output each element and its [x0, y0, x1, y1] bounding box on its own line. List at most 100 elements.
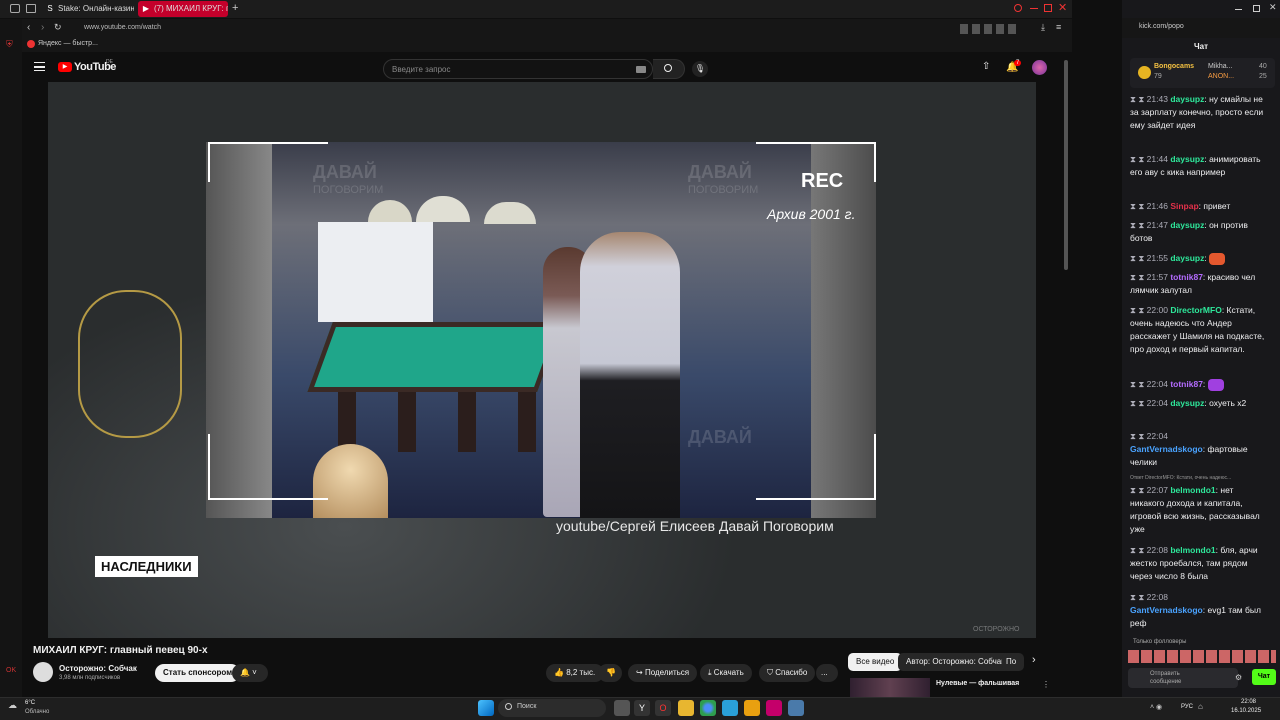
- chrome-icon[interactable]: [700, 700, 716, 716]
- workspace-icon[interactable]: [10, 4, 20, 13]
- download-label: Скачать: [713, 668, 744, 677]
- tray-icons[interactable]: ˄ ◉: [1150, 703, 1162, 711]
- chat-message: ⧗ ⧗ 21:47 daysupz: он против ботов: [1130, 220, 1248, 243]
- search-button[interactable]: [653, 59, 685, 79]
- chat-message: ⧗ ⧗ 21:57 totnik87: красиво чел лямчик з…: [1130, 272, 1256, 295]
- filter-chip-all[interactable]: Все видео: [848, 653, 903, 671]
- download-icon[interactable]: ⤓: [1041, 22, 1045, 33]
- search-placeholder: Введите запрос: [392, 65, 451, 74]
- chat-username[interactable]: totnik87: [1170, 272, 1203, 282]
- settings-icon[interactable]: ⚙: [1235, 673, 1242, 682]
- archive-year: Архив 2001 г.: [767, 206, 856, 222]
- maximize-button[interactable]: [1253, 5, 1260, 12]
- maximize-button[interactable]: [1044, 4, 1052, 12]
- emote: [1207, 378, 1224, 391]
- right-url[interactable]: kick.com/popo: [1139, 23, 1184, 30]
- youtube-logo-icon[interactable]: ▶: [58, 62, 72, 72]
- telegram-icon[interactable]: [722, 700, 738, 716]
- tab-youtube[interactable]: ▶ (7) МИХАИЛ КРУГ: г: [138, 1, 228, 17]
- windows-start-icon[interactable]: [478, 700, 494, 716]
- scrollbar[interactable]: [1064, 60, 1068, 270]
- reload-icon[interactable]: ↻: [54, 22, 62, 33]
- dislike-button[interactable]: 👎: [598, 664, 622, 682]
- opera-icon[interactable]: O: [655, 700, 671, 716]
- source-credit: youtube/Сергей Елисеев Давай Поговорим: [556, 518, 834, 534]
- chat-username[interactable]: GantVernadskogo: [1130, 444, 1203, 454]
- extension-icons[interactable]: [960, 24, 1020, 34]
- forward-icon[interactable]: ›: [41, 22, 44, 33]
- avatar[interactable]: [1032, 60, 1047, 75]
- bookmark-yandex[interactable]: Яндекс — быстр...: [38, 40, 98, 47]
- clock-time[interactable]: 22:08: [1241, 699, 1256, 705]
- opera-gx-icon[interactable]: [766, 700, 782, 716]
- url-text[interactable]: www.youtube.com/watch: [84, 24, 161, 31]
- new-tab-button[interactable]: +: [232, 2, 238, 14]
- file-explorer-icon[interactable]: [678, 700, 694, 716]
- weather-icon[interactable]: ☁: [8, 700, 17, 711]
- share-button[interactable]: ↪ Поделиться: [628, 664, 698, 682]
- keyboard-icon[interactable]: [636, 66, 646, 73]
- taskbar-search[interactable]: [498, 699, 606, 717]
- chat-username[interactable]: daysupz: [1170, 94, 1204, 104]
- thanks-button[interactable]: ⛉ Спасибо: [759, 664, 816, 682]
- taskbar-search-icon: [505, 703, 512, 710]
- top-user1: Mikha...: [1208, 63, 1233, 70]
- chat-username[interactable]: daysupz: [1170, 398, 1204, 408]
- chat-send-button[interactable]: Чат: [1252, 669, 1276, 685]
- filter-chip-author[interactable]: Автор: Осторожно: Собчак: [898, 653, 1013, 671]
- minimize-button[interactable]: [1030, 8, 1038, 9]
- yandex-browser-icon[interactable]: Y: [634, 700, 650, 716]
- sidebar-badge[interactable]: OK: [6, 667, 16, 674]
- chat-username[interactable]: totnik87: [1170, 379, 1203, 389]
- close-button[interactable]: ✕: [1058, 1, 1067, 14]
- mic-icon[interactable]: 🎙: [692, 61, 708, 77]
- menu-icon[interactable]: ≡: [1056, 22, 1061, 32]
- region-code: DE: [106, 59, 113, 65]
- chat-username[interactable]: belmondo1: [1170, 545, 1215, 555]
- chat-username[interactable]: belmondo1: [1170, 485, 1215, 495]
- chat-username[interactable]: daysupz: [1170, 253, 1204, 263]
- chat-username[interactable]: daysupz: [1170, 220, 1204, 230]
- chat-title: Чат: [1194, 42, 1208, 51]
- top-name: Bongocams: [1154, 63, 1195, 70]
- share-label: Поделиться: [644, 668, 690, 677]
- clock-date[interactable]: 16.10.2025: [1231, 708, 1261, 714]
- channel-avatar[interactable]: [33, 662, 53, 682]
- task-view-icon[interactable]: [614, 700, 630, 716]
- video-player[interactable]: REC Архив 2001 г. ДАВАЙ ПОГОВОРИМ ДАВАЙ …: [48, 82, 1036, 638]
- tab-stake[interactable]: S Stake: Онлайн-казино и: [42, 1, 134, 17]
- sponsor-button[interactable]: Стать спонсором: [155, 664, 241, 682]
- back-icon[interactable]: ‹: [27, 22, 30, 33]
- close-button[interactable]: ✕: [1269, 2, 1277, 13]
- rec-video-title[interactable]: Нулевые — фальшивая: [936, 680, 1019, 687]
- chat-username[interactable]: DirectorMFO: [1170, 305, 1221, 315]
- chat-username[interactable]: Sinpap: [1170, 201, 1198, 211]
- channel-name[interactable]: Осторожно: Собчак: [59, 664, 137, 673]
- table-legs: [338, 392, 538, 452]
- chat-username[interactable]: GantVernadskogo: [1130, 605, 1203, 615]
- coin-icon: [1138, 66, 1151, 79]
- chat-username[interactable]: daysupz: [1170, 154, 1204, 164]
- upload-icon[interactable]: ⇧: [982, 61, 990, 72]
- search-icon[interactable]: [1014, 4, 1022, 12]
- language-indicator[interactable]: РУС: [1181, 704, 1193, 710]
- filter-chip-partial[interactable]: По: [1002, 653, 1024, 671]
- minimize-button[interactable]: [1235, 9, 1242, 10]
- tab-list-icon[interactable]: [26, 4, 36, 13]
- more-button[interactable]: ...: [816, 664, 838, 682]
- rec-more-icon[interactable]: ⋮: [1042, 680, 1050, 689]
- shield-icon[interactable]: ⛨: [6, 39, 13, 50]
- emote-row[interactable]: [1128, 650, 1276, 663]
- chevron-right-icon[interactable]: ›: [1032, 654, 1036, 666]
- rec-video-thumbnail[interactable]: [850, 678, 930, 697]
- download-button[interactable]: ⤓ Скачать: [700, 664, 752, 682]
- stake-icon: S: [47, 4, 53, 13]
- notepad-icon[interactable]: [788, 700, 804, 716]
- network-icon[interactable]: ⌂: [1198, 702, 1203, 711]
- like-count: 8,2 тыс.: [566, 668, 596, 677]
- app-icon-orange[interactable]: [744, 700, 760, 716]
- like-button[interactable]: 👍 8,2 тыс.: [546, 664, 604, 682]
- top-val1: 40: [1259, 63, 1267, 70]
- search-input[interactable]: Введите запрос: [383, 59, 653, 79]
- subscribe-bell-button[interactable]: 🔔 ˅: [232, 664, 268, 682]
